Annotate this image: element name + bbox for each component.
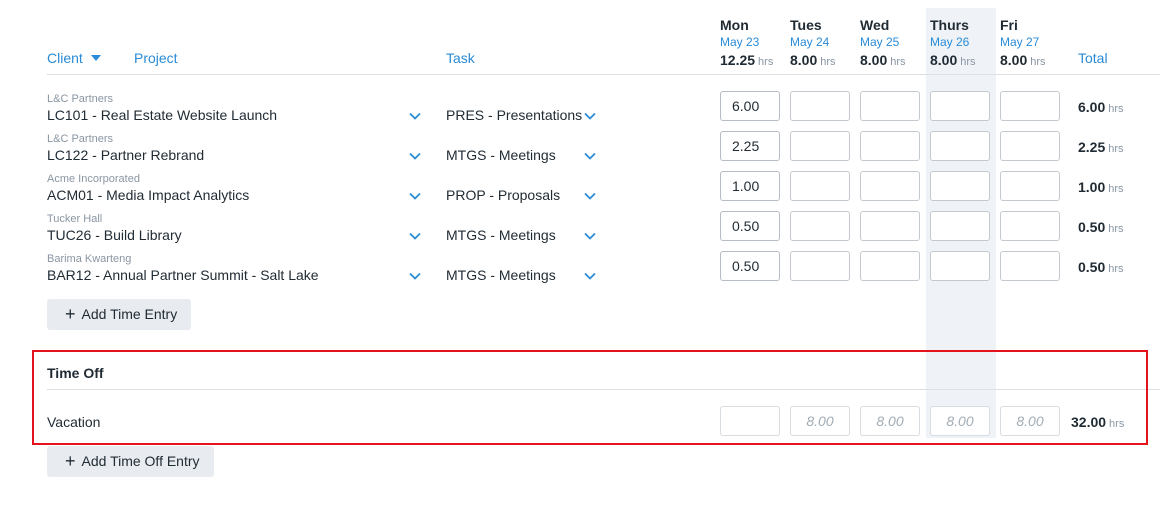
- day-name: Mon: [720, 17, 749, 33]
- task-name: MTGS - Meetings: [446, 227, 556, 243]
- project-name: ACM01 - Media Impact Analytics: [47, 187, 250, 203]
- day-name: Wed: [860, 17, 890, 33]
- project-dropdown-chevron-icon[interactable]: [408, 111, 422, 121]
- hours-input-wed[interactable]: [860, 251, 920, 281]
- hours-input-mon[interactable]: 2.25: [720, 131, 780, 161]
- add-time-entry-label: Add Time Entry: [81, 306, 178, 322]
- day-date: May 26: [930, 35, 970, 49]
- total-header[interactable]: Total: [1078, 50, 1108, 66]
- hours-input-thurs[interactable]: [930, 131, 990, 161]
- hours-input-tues[interactable]: [790, 131, 850, 161]
- project-name: BAR12 - Annual Partner Summit - Salt Lak…: [47, 267, 319, 283]
- hours-input-wed[interactable]: [860, 211, 920, 241]
- task-dropdown-chevron-icon[interactable]: [583, 191, 597, 201]
- hours-input-thurs[interactable]: [930, 251, 990, 281]
- task-dropdown-chevron-icon[interactable]: [583, 231, 597, 241]
- client-name: L&C Partners: [47, 133, 114, 145]
- day-header-wed: Wed May 25 8.00 hrs: [860, 17, 932, 71]
- day-header-mon: Mon May 23 12.25 hrs: [720, 17, 792, 71]
- hours-input-tues[interactable]: [790, 91, 850, 121]
- add-time-entry-button[interactable]: + Add Time Entry: [47, 299, 192, 330]
- task-dropdown-chevron-icon[interactable]: [583, 151, 597, 161]
- day-total: 8.00 hrs: [860, 52, 906, 68]
- hours-input-tues[interactable]: [790, 171, 850, 201]
- day-name: Thurs: [930, 17, 969, 33]
- sort-caret-icon: [90, 55, 101, 61]
- day-total: 8.00 hrs: [930, 52, 976, 68]
- day-header-tues: Tues May 24 8.00 hrs: [790, 17, 862, 71]
- hours-input-fri[interactable]: [1000, 91, 1060, 121]
- hours-input-wed[interactable]: [860, 91, 920, 121]
- row-total: 2.25 hrs: [1078, 139, 1124, 155]
- row-total: 6.00 hrs: [1078, 99, 1124, 115]
- task-name: PROP - Proposals: [446, 187, 561, 203]
- client-name: Acme Incorporated: [47, 173, 140, 185]
- hours-input-thurs[interactable]: [930, 211, 990, 241]
- add-time-off-entry-label: Add Time Off Entry: [81, 453, 200, 469]
- row-total: 0.50 hrs: [1078, 259, 1124, 275]
- hours-input-mon[interactable]: 6.00: [720, 91, 780, 121]
- day-name: Fri: [1000, 17, 1018, 33]
- client-name: Barima Kwarteng: [47, 253, 132, 265]
- project-dropdown-chevron-icon[interactable]: [408, 191, 422, 201]
- day-date: May 27: [1000, 35, 1040, 49]
- day-header-fri: Fri May 27 8.00 hrs: [1000, 17, 1072, 71]
- row-total: 1.00 hrs: [1078, 179, 1124, 195]
- day-date: May 23: [720, 35, 760, 49]
- task-dropdown-chevron-icon[interactable]: [583, 271, 597, 281]
- header-divider: [47, 74, 1160, 75]
- project-dropdown-chevron-icon[interactable]: [408, 231, 422, 241]
- client-header-label: Client: [47, 50, 83, 66]
- task-name: MTGS - Meetings: [446, 147, 556, 163]
- project-name: LC122 - Partner Rebrand: [47, 147, 205, 163]
- hours-input-wed[interactable]: [860, 171, 920, 201]
- task-dropdown-chevron-icon[interactable]: [583, 111, 597, 121]
- project-dropdown-chevron-icon[interactable]: [408, 271, 422, 281]
- task-name: MTGS - Meetings: [446, 267, 556, 283]
- hours-input-mon[interactable]: 0.50: [720, 211, 780, 241]
- hours-input-fri[interactable]: [1000, 131, 1060, 161]
- hours-input-thurs[interactable]: [930, 91, 990, 121]
- row-total: 0.50 hrs: [1078, 219, 1124, 235]
- day-date: May 25: [860, 35, 900, 49]
- plus-icon: +: [65, 451, 76, 471]
- client-name: Tucker Hall: [47, 213, 103, 225]
- hours-input-fri[interactable]: [1000, 251, 1060, 281]
- hours-input-wed[interactable]: [860, 131, 920, 161]
- hours-input-fri[interactable]: [1000, 211, 1060, 241]
- hours-input-tues[interactable]: [790, 211, 850, 241]
- task-header[interactable]: Task: [446, 50, 475, 66]
- day-date: May 24: [790, 35, 830, 49]
- day-header-thurs: Thurs May 26 8.00 hrs: [930, 17, 1002, 71]
- hours-input-mon[interactable]: 0.50: [720, 251, 780, 281]
- hours-input-mon[interactable]: 1.00: [720, 171, 780, 201]
- day-total: 12.25 hrs: [720, 52, 774, 68]
- day-total: 8.00 hrs: [790, 52, 836, 68]
- add-time-off-entry-button[interactable]: + Add Time Off Entry: [47, 446, 214, 477]
- project-name: TUC26 - Build Library: [47, 227, 182, 243]
- hours-input-fri[interactable]: [1000, 171, 1060, 201]
- day-name: Tues: [790, 17, 822, 33]
- client-sort-header[interactable]: Client: [47, 50, 101, 66]
- day-total: 8.00 hrs: [1000, 52, 1046, 68]
- task-name: PRES - Presentations: [446, 107, 583, 123]
- hours-input-tues[interactable]: [790, 251, 850, 281]
- time-off-highlight-box: [32, 350, 1148, 445]
- project-header[interactable]: Project: [134, 50, 178, 66]
- client-name: L&C Partners: [47, 93, 114, 105]
- hours-input-thurs[interactable]: [930, 171, 990, 201]
- project-dropdown-chevron-icon[interactable]: [408, 151, 422, 161]
- plus-icon: +: [65, 304, 76, 324]
- project-name: LC101 - Real Estate Website Launch: [47, 107, 278, 123]
